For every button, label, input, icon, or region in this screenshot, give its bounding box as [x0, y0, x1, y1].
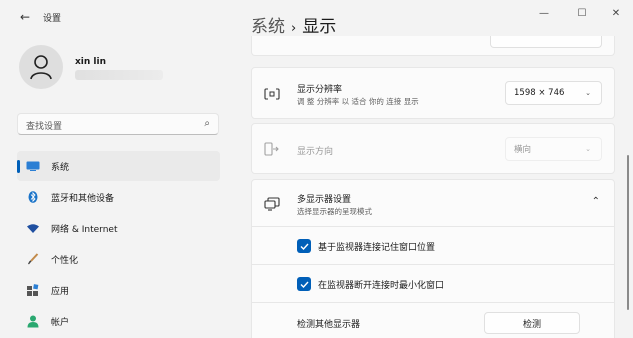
resolution-title: 显示分辨率 — [297, 85, 343, 95]
sidebar-item-accounts[interactable]: 帐户 — [17, 306, 220, 336]
orientation-select[interactable]: 横向 ⌄ — [505, 137, 602, 161]
sidebar-item-label: 系统 — [51, 162, 70, 173]
detect-button[interactable]: 检测 — [484, 312, 580, 334]
resolution-card: 显示分辨率 调 整 分辨率 以 适合 你的 连接 显示 1598 × 746 ⌄ — [251, 67, 615, 119]
wifi-icon — [26, 221, 40, 235]
user-name: xin lin — [75, 57, 107, 67]
resolution-value: 1598 × 746 — [514, 88, 565, 98]
minimize-windows-label: 在监视器断开连接时最小化窗口 — [318, 281, 445, 291]
detect-displays-row: 检测其他显示器 检测 — [251, 303, 615, 338]
avatar[interactable] — [19, 45, 63, 89]
sidebar-item-bluetooth[interactable]: 蓝牙和其他设备 — [17, 182, 220, 212]
multi-display-icon — [264, 196, 280, 212]
sidebar-item-label: 帐户 — [51, 317, 70, 328]
sidebar-item-apps[interactable]: 应用 — [17, 275, 220, 305]
sidebar-item-label: 网络 & Internet — [51, 224, 118, 235]
orientation-card: 显示方向 横向 ⌄ — [251, 123, 615, 174]
sidebar-item-label: 蓝牙和其他设备 — [51, 193, 115, 204]
breadcrumb-current: 显示 — [302, 17, 337, 37]
scrolled-card-previous — [251, 36, 615, 56]
user-email-redacted — [75, 70, 163, 80]
sidebar-item-label: 应用 — [51, 286, 70, 297]
settings-window: ← 设置 xin lin ⌕ 系统 蓝牙和其他设备 — [0, 0, 633, 338]
scrollbar[interactable] — [627, 155, 629, 310]
page-title: 系统 › 显示 — [251, 12, 336, 37]
scrolled-select[interactable] — [490, 36, 602, 48]
brush-icon — [26, 252, 40, 266]
person-icon — [26, 314, 40, 328]
orientation-title: 显示方向 — [297, 147, 334, 157]
active-indicator — [17, 160, 20, 173]
chevron-up-icon[interactable]: ⌃ — [592, 196, 600, 207]
search-box[interactable]: ⌕ — [17, 113, 219, 137]
checkmark-icon — [300, 243, 309, 250]
sidebar-item-personalization[interactable]: 个性化 — [17, 244, 220, 274]
detect-displays-label: 检测其他显示器 — [297, 320, 361, 330]
app-title: 设置 — [43, 14, 62, 24]
remember-windows-row: 基于监视器连接记住窗口位置 — [251, 227, 615, 265]
minimize-button[interactable]: — — [536, 8, 552, 19]
multi-display-title: 多显示器设置 — [297, 195, 352, 205]
search-icon[interactable]: ⌕ — [204, 118, 210, 129]
minimize-windows-row: 在监视器断开连接时最小化窗口 — [251, 265, 615, 303]
orientation-icon — [264, 141, 280, 157]
multi-display-subtitle: 选择显示器的呈现模式 — [297, 207, 372, 216]
chevron-down-icon: ⌄ — [585, 145, 591, 153]
search-input[interactable] — [18, 117, 188, 137]
chevron-down-icon: ⌄ — [585, 89, 591, 97]
remember-windows-checkbox[interactable] — [297, 239, 311, 253]
sidebar-item-label: 个性化 — [51, 255, 79, 266]
orientation-value: 横向 — [514, 145, 532, 155]
maximize-button[interactable]: ☐ — [574, 8, 590, 19]
sidebar-item-system[interactable]: 系统 — [17, 151, 220, 181]
apps-icon — [26, 283, 40, 297]
checkmark-icon — [300, 281, 309, 288]
breadcrumb-system[interactable]: 系统 — [251, 17, 285, 37]
person-icon — [30, 55, 52, 80]
sidebar-nav: 系统 蓝牙和其他设备 网络 & Internet 个性化 应用 帐户 — [17, 151, 220, 337]
minimize-windows-checkbox[interactable] — [297, 277, 311, 291]
breadcrumb-separator: › — [291, 21, 297, 36]
close-button[interactable]: ✕ — [608, 8, 624, 19]
sidebar-item-network[interactable]: 网络 & Internet — [17, 213, 220, 243]
monitor-icon — [26, 159, 40, 173]
remember-windows-label: 基于监视器连接记住窗口位置 — [318, 243, 436, 253]
multi-display-card[interactable]: 多显示器设置 选择显示器的呈现模式 ⌃ — [251, 179, 615, 227]
resolution-icon — [264, 86, 280, 102]
resolution-subtitle: 调 整 分辨率 以 适合 你的 连接 显示 — [297, 97, 419, 106]
back-button[interactable]: ← — [18, 10, 32, 24]
resolution-select[interactable]: 1598 × 746 ⌄ — [505, 81, 602, 105]
bluetooth-icon — [26, 190, 40, 204]
